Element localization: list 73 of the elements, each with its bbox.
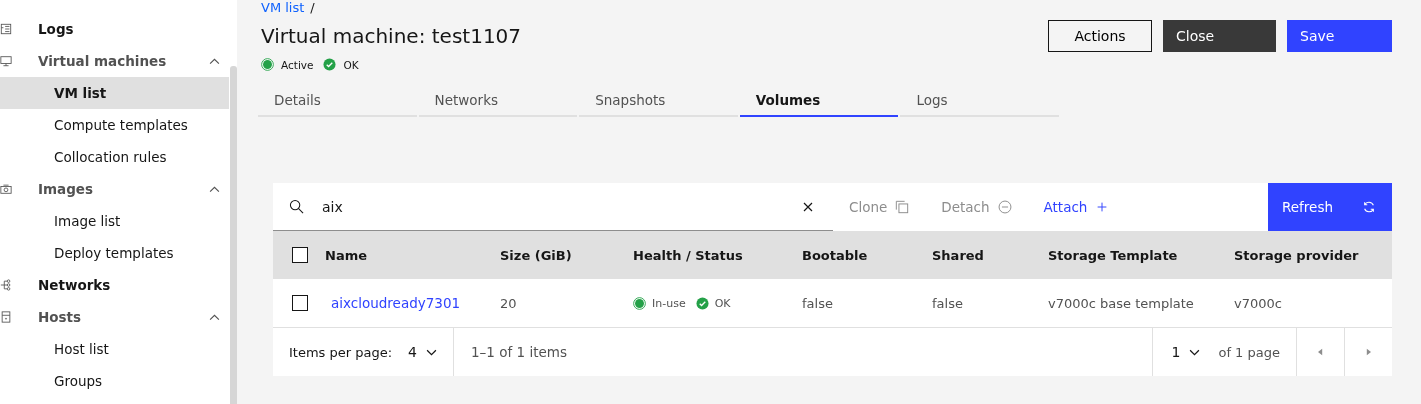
table-cell-text: false	[801, 295, 834, 311]
page-title: Virtual machine: test1107	[261, 24, 522, 50]
nav-label: Virtual machines	[38, 53, 167, 69]
search-icon	[289, 199, 304, 214]
search-field[interactable]: aix	[320, 197, 803, 216]
column-header[interactable]: Size (GiB)	[492, 247, 625, 263]
status-label: OK	[343, 58, 359, 71]
items-per-page-label: Items per page:	[289, 344, 393, 360]
server-icon	[0, 311, 12, 323]
nav-item[interactable]: Images	[0, 173, 229, 205]
column-header[interactable]: Name	[317, 247, 492, 263]
page-select[interactable]: 1	[1171, 344, 1201, 360]
column-header[interactable]: Bootable	[794, 247, 924, 263]
tab[interactable]: Snapshots	[579, 85, 738, 117]
chevron-icon	[209, 57, 220, 65]
table-cell-text: false	[931, 295, 964, 311]
monitor-icon	[0, 55, 12, 67]
nav-subitem[interactable]: VM list	[0, 77, 229, 109]
nav-subitem[interactable]: Image list	[0, 205, 229, 237]
nav-label: Networks	[38, 277, 111, 293]
nav-subitem[interactable]: Groups	[0, 365, 229, 397]
chevron-down-icon	[1189, 348, 1201, 356]
table-cell-text: v7000c base template	[1047, 295, 1195, 311]
camera-icon	[0, 183, 12, 195]
actions-button[interactable]: Actions	[1048, 20, 1152, 52]
nav-label: Images	[38, 181, 94, 197]
attach-button[interactable]: Attach	[1027, 183, 1126, 231]
table-cell-text: 20	[499, 295, 518, 311]
chevron-down-icon	[426, 348, 437, 356]
volume-name-link[interactable]: aixcloudready7301	[325, 295, 461, 311]
status-label: In-use	[652, 296, 686, 310]
breadcrumb-separator: /	[310, 0, 315, 16]
refresh-icon	[1362, 200, 1376, 214]
health-label: OK	[714, 296, 731, 310]
close-button[interactable]: Close	[1163, 20, 1276, 52]
nav-subitem[interactable]: Deploy templates	[0, 237, 229, 269]
column-header[interactable]: Shared	[924, 247, 1040, 263]
breadcrumb-link[interactable]: VM list	[261, 0, 305, 16]
select-all-checkbox[interactable]	[292, 247, 308, 263]
nav-item[interactable]: Networks	[0, 269, 229, 301]
column-header[interactable]: Health / Status	[625, 247, 794, 263]
nav-item[interactable]: Hosts	[0, 301, 229, 333]
caret-right-icon	[1366, 348, 1371, 356]
scrollbar[interactable]	[230, 66, 237, 404]
nav-subitem[interactable]: Collocation rules	[0, 141, 229, 173]
chevron-icon	[209, 313, 220, 321]
items-per-page-select[interactable]: 4	[408, 344, 437, 360]
nav-label: Hosts	[38, 309, 82, 325]
save-button[interactable]: Save	[1287, 20, 1392, 52]
tab[interactable]: Networks	[418, 85, 578, 117]
clear-icon[interactable]	[803, 201, 813, 212]
nav-subitem[interactable]: Compute templates	[0, 109, 229, 141]
refresh-button[interactable]: Refresh	[1268, 183, 1392, 231]
page-total: of 1 page	[1218, 344, 1280, 360]
tab[interactable]: Details	[258, 85, 417, 117]
caret-left-icon	[1318, 348, 1323, 356]
nav-item[interactable]: Logs	[0, 13, 229, 45]
status-label: Active	[281, 58, 314, 71]
items-range: 1–1 of 1 items	[470, 344, 568, 360]
document-icon	[0, 23, 12, 35]
network-icon	[0, 279, 12, 291]
nav-label: Logs	[38, 21, 74, 37]
minus-circle-icon	[997, 200, 1012, 214]
chevron-icon	[209, 185, 220, 193]
nav-subitem[interactable]: Host list	[0, 333, 229, 365]
copy-icon	[895, 200, 910, 214]
nav-item[interactable]: Virtual machines	[0, 45, 229, 77]
table-cell-text: v7000c	[1233, 295, 1283, 311]
tab[interactable]: Logs	[900, 85, 1059, 117]
column-header[interactable]: Storage Template	[1040, 247, 1226, 263]
tab[interactable]: Volumes	[739, 85, 899, 117]
row-checkbox[interactable]	[292, 295, 308, 311]
column-header[interactable]: Storage provider	[1226, 247, 1392, 263]
